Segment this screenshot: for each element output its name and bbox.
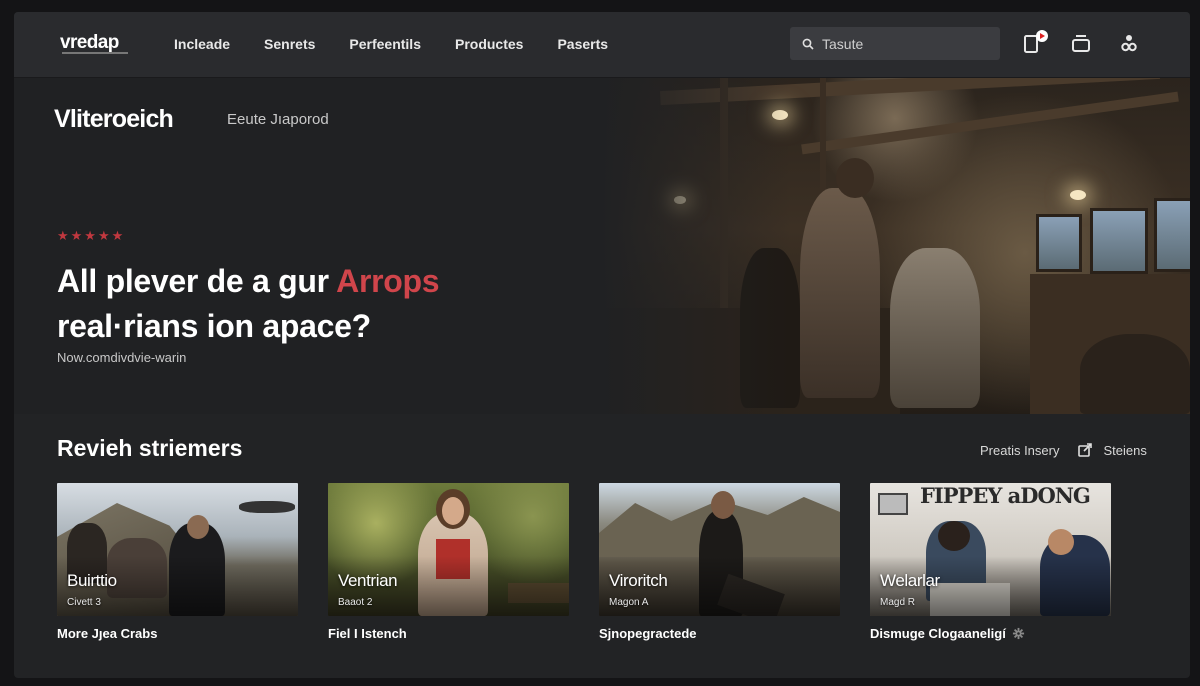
app-window: vredap Incleade Senrets Perfeentils Prod…	[14, 12, 1190, 678]
card-thumb-title: Ventrian	[338, 571, 398, 590]
headline-line-2: real·rians ion apace?	[57, 308, 371, 344]
video-notification-icon[interactable]	[1022, 30, 1048, 56]
search-icon	[802, 38, 814, 50]
section-title: Revieh striemers	[57, 435, 243, 461]
hero-brand-tagline: Eeute Jıaporod	[227, 111, 329, 128]
card-caption-text: More Jȷea Crabs	[57, 626, 158, 641]
review-card[interactable]: Buirttio Civett 3 More Jȷea Crabs	[57, 483, 298, 641]
gear-icon[interactable]	[1012, 627, 1025, 640]
headline-accent: Arrops	[336, 263, 440, 299]
header-actions	[1022, 30, 1140, 56]
hero-brand: Vliteroeich	[54, 105, 174, 133]
headline-text: All plever de a gur	[57, 263, 337, 299]
card-thumb-title: Welarlar	[880, 571, 940, 590]
card-thumbnail[interactable]: FIPPEY aDONG Welarlar Magd R	[870, 483, 1111, 616]
search-input[interactable]	[822, 35, 982, 52]
hero-banner: Vliteroeich Eeute Jıaporod ★★★★★ All ple…	[14, 78, 1190, 414]
nav-item-productes[interactable]: Productes	[455, 36, 523, 52]
rating-stars: ★★★★★	[57, 228, 126, 243]
streams-link[interactable]: Steiens	[1103, 443, 1146, 458]
nav-item-paserts[interactable]: Paserts	[557, 36, 608, 52]
hero-subtext: Now.comdivdvie-warin	[57, 350, 187, 365]
preview-link[interactable]: Preatis Insery	[980, 443, 1059, 458]
card-thumb-subtitle: Magd R	[880, 597, 916, 608]
top-navigation-bar: vredap Incleade Senrets Perfeentils Prod…	[14, 12, 1190, 78]
search-box[interactable]	[790, 27, 1000, 60]
hero-studio-image	[600, 78, 1190, 414]
hero-headline: All plever de a gur Arrops real·rians io…	[57, 259, 577, 349]
window-icon[interactable]	[1070, 30, 1092, 56]
card-thumbnail[interactable]: Viroritch Magon A	[599, 483, 840, 616]
card-thumb-title: Viroritch	[609, 571, 668, 590]
card-caption[interactable]: Sjnopegractede	[599, 626, 840, 641]
card-thumb-subtitle: Baaot 2	[338, 597, 373, 608]
card-thumb-title: Buirttio	[67, 571, 117, 590]
card-caption[interactable]: More Jȷea Crabs	[57, 626, 298, 641]
notification-badge	[1036, 30, 1048, 42]
card-caption-text: Sjnopegractede	[599, 626, 697, 641]
site-logo[interactable]: vredap	[60, 32, 119, 54]
logo-underline	[62, 52, 128, 54]
user-icon[interactable]	[1118, 30, 1140, 56]
review-card[interactable]: Ventrian Baaot 2 Fiel I Istench	[328, 483, 569, 641]
main-nav: Incleade Senrets Perfeentils Productes P…	[174, 36, 608, 52]
card-caption-text: Fiel I Istench	[328, 626, 407, 641]
card-caption[interactable]: Dismuge Clogaaneligí	[870, 626, 1111, 641]
card-thumbnail[interactable]: Ventrian Baaot 2	[328, 483, 569, 616]
nav-item-perfeentils[interactable]: Perfeentils	[349, 36, 421, 52]
card-thumb-subtitle: Magon A	[609, 597, 649, 608]
nav-item-senrets[interactable]: Senrets	[264, 36, 315, 52]
card-thumbnail[interactable]: Buirttio Civett 3	[57, 483, 298, 616]
review-card[interactable]: FIPPEY aDONG Welarlar Magd R Dismuge Clo…	[870, 483, 1111, 641]
nav-item-incleade[interactable]: Incleade	[174, 36, 230, 52]
card-thumb-subtitle: Civett 3	[67, 597, 101, 608]
review-cards: Buirttio Civett 3 More Jȷea Crabs Ventri…	[57, 483, 1111, 641]
card-caption-text: Dismuge Clogaaneligí	[870, 626, 1006, 641]
section-actions: Preatis Insery Steiens	[980, 442, 1147, 458]
share-icon[interactable]	[1077, 442, 1093, 458]
whiteboard-sign: FIPPEY aDONG	[920, 483, 1091, 508]
review-card[interactable]: Viroritch Magon A Sjnopegractede	[599, 483, 840, 641]
card-caption[interactable]: Fiel I Istench	[328, 626, 569, 641]
